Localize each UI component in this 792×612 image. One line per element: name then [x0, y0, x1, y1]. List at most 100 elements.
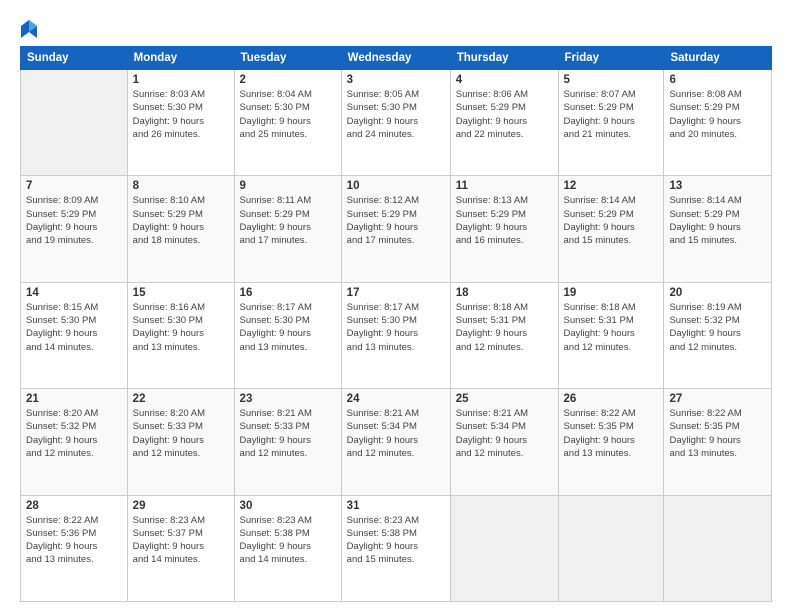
day-number: 18 [456, 287, 553, 299]
weekday-header-saturday: Saturday [664, 47, 772, 70]
day-number: 15 [133, 287, 229, 299]
day-number: 27 [669, 393, 766, 405]
day-number: 3 [347, 74, 445, 86]
day-cell: 28 Sunrise: 8:22 AM Sunset: 5:36 PM Dayli… [21, 495, 128, 601]
day-info: Sunrise: 8:18 AM Sunset: 5:31 PM Dayligh… [456, 301, 553, 354]
day-number: 21 [26, 393, 122, 405]
day-cell: 17 Sunrise: 8:17 AM Sunset: 5:30 PM Dayli… [341, 282, 450, 388]
day-number: 12 [564, 180, 659, 192]
day-number: 14 [26, 287, 122, 299]
day-cell: 21 Sunrise: 8:20 AM Sunset: 5:32 PM Dayli… [21, 389, 128, 495]
page: SundayMondayTuesdayWednesdayThursdayFrid… [0, 0, 792, 612]
day-info: Sunrise: 8:14 AM Sunset: 5:29 PM Dayligh… [669, 194, 766, 247]
day-info: Sunrise: 8:23 AM Sunset: 5:37 PM Dayligh… [133, 514, 229, 567]
day-info: Sunrise: 8:21 AM Sunset: 5:34 PM Dayligh… [347, 407, 445, 460]
day-number: 7 [26, 180, 122, 192]
day-cell: 13 Sunrise: 8:14 AM Sunset: 5:29 PM Dayli… [664, 176, 772, 282]
day-cell [664, 495, 772, 601]
day-cell: 18 Sunrise: 8:18 AM Sunset: 5:31 PM Dayli… [450, 282, 558, 388]
day-number: 1 [133, 74, 229, 86]
calendar-table: SundayMondayTuesdayWednesdayThursdayFrid… [20, 46, 772, 602]
day-info: Sunrise: 8:11 AM Sunset: 5:29 PM Dayligh… [240, 194, 336, 247]
day-info: Sunrise: 8:09 AM Sunset: 5:29 PM Dayligh… [26, 194, 122, 247]
day-cell [450, 495, 558, 601]
day-number: 28 [26, 500, 122, 512]
day-info: Sunrise: 8:07 AM Sunset: 5:29 PM Dayligh… [564, 88, 659, 141]
day-cell: 23Sunrise: 8:21 AM Sunset: 5:33 PM Dayli… [234, 389, 341, 495]
day-info: Sunrise: 8:12 AM Sunset: 5:29 PM Dayligh… [347, 194, 445, 247]
day-number: 26 [564, 393, 659, 405]
day-number: 9 [240, 180, 336, 192]
day-cell: 2 Sunrise: 8:04 AM Sunset: 5:30 PM Daylig… [234, 70, 341, 176]
day-cell: 25 Sunrise: 8:21 AM Sunset: 5:34 PM Dayli… [450, 389, 558, 495]
day-cell: 8Sunrise: 8:10 AM Sunset: 5:29 PM Daylig… [127, 176, 234, 282]
day-cell: 27Sunrise: 8:22 AM Sunset: 5:35 PM Dayli… [664, 389, 772, 495]
day-info: Sunrise: 8:20 AM Sunset: 5:33 PM Dayligh… [133, 407, 229, 460]
weekday-header-thursday: Thursday [450, 47, 558, 70]
day-info: Sunrise: 8:21 AM Sunset: 5:33 PM Dayligh… [240, 407, 336, 460]
week-row-4: 21 Sunrise: 8:20 AM Sunset: 5:32 PM Dayli… [21, 389, 772, 495]
weekday-header-monday: Monday [127, 47, 234, 70]
day-number: 17 [347, 287, 445, 299]
day-number: 5 [564, 74, 659, 86]
day-number: 25 [456, 393, 553, 405]
day-info: Sunrise: 8:20 AM Sunset: 5:32 PM Dayligh… [26, 407, 122, 460]
day-number: 13 [669, 180, 766, 192]
day-cell: 30 Sunrise: 8:23 AM Sunset: 5:38 PM Dayli… [234, 495, 341, 601]
day-cell: 15Sunrise: 8:16 AM Sunset: 5:30 PM Dayli… [127, 282, 234, 388]
day-cell: 31Sunrise: 8:23 AM Sunset: 5:38 PM Dayli… [341, 495, 450, 601]
day-info: Sunrise: 8:17 AM Sunset: 5:30 PM Dayligh… [347, 301, 445, 354]
day-info: Sunrise: 8:06 AM Sunset: 5:29 PM Dayligh… [456, 88, 553, 141]
day-info: Sunrise: 8:21 AM Sunset: 5:34 PM Dayligh… [456, 407, 553, 460]
day-number: 11 [456, 180, 553, 192]
weekday-header-row: SundayMondayTuesdayWednesdayThursdayFrid… [21, 47, 772, 70]
day-cell [558, 495, 664, 601]
day-cell: 6 Sunrise: 8:08 AM Sunset: 5:29 PM Daylig… [664, 70, 772, 176]
day-cell: 29 Sunrise: 8:23 AM Sunset: 5:37 PM Dayli… [127, 495, 234, 601]
day-number: 29 [133, 500, 229, 512]
weekday-header-friday: Friday [558, 47, 664, 70]
day-info: Sunrise: 8:17 AM Sunset: 5:30 PM Dayligh… [240, 301, 336, 354]
day-info: Sunrise: 8:23 AM Sunset: 5:38 PM Dayligh… [240, 514, 336, 567]
day-info: Sunrise: 8:15 AM Sunset: 5:30 PM Dayligh… [26, 301, 122, 354]
logo-icon [20, 18, 38, 40]
day-info: Sunrise: 8:22 AM Sunset: 5:36 PM Dayligh… [26, 514, 122, 567]
day-cell: 10 Sunrise: 8:12 AM Sunset: 5:29 PM Dayli… [341, 176, 450, 282]
day-info: Sunrise: 8:18 AM Sunset: 5:31 PM Dayligh… [564, 301, 659, 354]
day-number: 4 [456, 74, 553, 86]
day-info: Sunrise: 8:05 AM Sunset: 5:30 PM Dayligh… [347, 88, 445, 141]
day-cell: 12 Sunrise: 8:14 AM Sunset: 5:29 PM Dayli… [558, 176, 664, 282]
day-number: 30 [240, 500, 336, 512]
weekday-header-tuesday: Tuesday [234, 47, 341, 70]
header-row [20, 18, 772, 40]
day-cell: 22 Sunrise: 8:20 AM Sunset: 5:33 PM Dayli… [127, 389, 234, 495]
day-cell: 14 Sunrise: 8:15 AM Sunset: 5:30 PM Dayli… [21, 282, 128, 388]
day-cell: 24Sunrise: 8:21 AM Sunset: 5:34 PM Dayli… [341, 389, 450, 495]
day-info: Sunrise: 8:04 AM Sunset: 5:30 PM Dayligh… [240, 88, 336, 141]
day-number: 31 [347, 500, 445, 512]
day-number: 10 [347, 180, 445, 192]
day-cell: 3 Sunrise: 8:05 AM Sunset: 5:30 PM Daylig… [341, 70, 450, 176]
day-number: 20 [669, 287, 766, 299]
day-info: Sunrise: 8:13 AM Sunset: 5:29 PM Dayligh… [456, 194, 553, 247]
day-cell: 4 Sunrise: 8:06 AM Sunset: 5:29 PM Daylig… [450, 70, 558, 176]
weekday-header-sunday: Sunday [21, 47, 128, 70]
week-row-3: 14 Sunrise: 8:15 AM Sunset: 5:30 PM Dayli… [21, 282, 772, 388]
day-cell: 20Sunrise: 8:19 AM Sunset: 5:32 PM Dayli… [664, 282, 772, 388]
day-info: Sunrise: 8:14 AM Sunset: 5:29 PM Dayligh… [564, 194, 659, 247]
weekday-header-wednesday: Wednesday [341, 47, 450, 70]
day-cell: 26 Sunrise: 8:22 AM Sunset: 5:35 PM Dayli… [558, 389, 664, 495]
day-cell: 9 Sunrise: 8:11 AM Sunset: 5:29 PM Daylig… [234, 176, 341, 282]
day-cell: 19Sunrise: 8:18 AM Sunset: 5:31 PM Dayli… [558, 282, 664, 388]
day-cell: 16Sunrise: 8:17 AM Sunset: 5:30 PM Dayli… [234, 282, 341, 388]
week-row-2: 7 Sunrise: 8:09 AM Sunset: 5:29 PM Daylig… [21, 176, 772, 282]
day-number: 22 [133, 393, 229, 405]
day-cell: 1Sunrise: 8:03 AM Sunset: 5:30 PM Daylig… [127, 70, 234, 176]
day-info: Sunrise: 8:22 AM Sunset: 5:35 PM Dayligh… [564, 407, 659, 460]
day-info: Sunrise: 8:08 AM Sunset: 5:29 PM Dayligh… [669, 88, 766, 141]
day-number: 8 [133, 180, 229, 192]
day-cell: 7 Sunrise: 8:09 AM Sunset: 5:29 PM Daylig… [21, 176, 128, 282]
day-number: 6 [669, 74, 766, 86]
logo [20, 18, 42, 40]
day-number: 2 [240, 74, 336, 86]
